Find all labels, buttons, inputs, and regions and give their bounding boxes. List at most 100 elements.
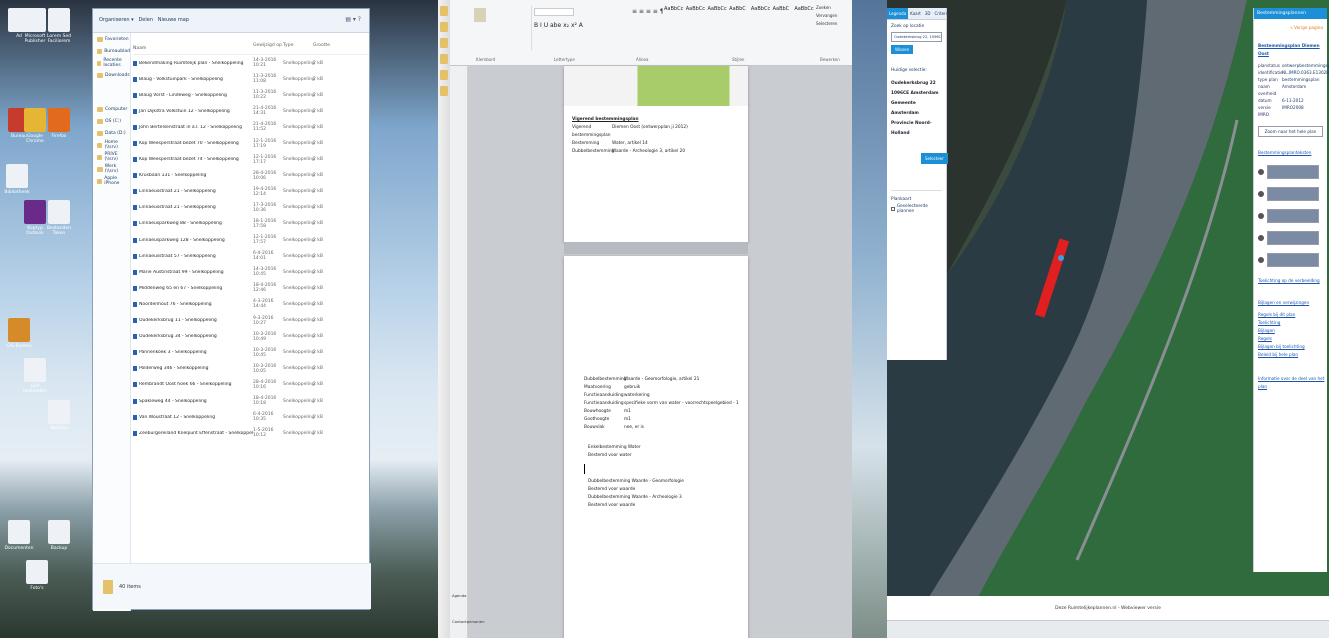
folder-icon[interactable]	[440, 70, 448, 80]
new-folder-button[interactable]: Nieuwe map	[158, 17, 189, 23]
desktop-shortcut[interactable]: Notities	[44, 400, 74, 431]
nav-item[interactable]: PRIVE (\\srv)	[93, 151, 130, 163]
file-row[interactable]: Krusbaan 131 - Snelkoppeling 28-4-2016 10…	[133, 168, 369, 184]
folder-icon[interactable]	[440, 38, 448, 48]
info-link[interactable]: Informatie over de deel van het plan	[1254, 375, 1327, 391]
column-name-header[interactable]: Naam	[133, 43, 253, 54]
file-row[interactable]: Kop Weesperstraat bezet 74 - Snelkoppeli…	[133, 152, 369, 168]
document-page-2[interactable]: Dubbelbestemming Waarde - Geomorfologie, …	[564, 256, 748, 638]
nav-item[interactable]: Bureaublad	[93, 45, 130, 57]
style-preset[interactable]: AaBbCc	[751, 4, 771, 48]
file-row[interactable]: Kop Weesperstraat bezet 70 - Snelkoppeli…	[133, 135, 369, 151]
file-row[interactable]: Middenweg 65 en 67 - Snelkoppeling 18-4-2…	[133, 280, 369, 296]
document-thumbnail[interactable]	[1258, 209, 1323, 223]
plan-link[interactable]: Bijlagen	[1254, 327, 1327, 335]
plan-link[interactable]: Bijlagen bij toelichting	[1254, 343, 1327, 351]
map-tab[interactable]: Criteria	[932, 8, 951, 19]
file-row[interactable]: Marie Austinstraat 99 - Snelkoppeling 14-…	[133, 264, 369, 280]
folder-icon[interactable]	[440, 54, 448, 64]
format-buttons[interactable]: B I U abe x₂ x² A	[534, 22, 630, 29]
file-row[interactable]: Spakleweg 44 - Snelkoppeling 18-4-2016 10…	[133, 393, 369, 409]
column-type-header[interactable]: Type	[283, 43, 313, 54]
file-row[interactable]: Linnaeusparkweg 88 - Snelkoppeling 18-1-2…	[133, 216, 369, 232]
file-row[interactable]: Blaug - Volkstuinpark - Snelkoppeling 11-…	[133, 71, 369, 87]
nav-item[interactable]: Apple iPhone	[93, 175, 130, 187]
file-row[interactable]: Jan Dijkstra Volkstuin 12 - Snelkoppelin…	[133, 103, 369, 119]
nav-item[interactable]: Werk (\\srv)	[93, 163, 130, 175]
plan-link[interactable]: Regels bij dit plan	[1254, 311, 1327, 319]
font-name-field[interactable]	[534, 8, 574, 16]
organize-button[interactable]: Organiseren ▾	[99, 17, 134, 23]
view-options-icon[interactable]: ▤ ▾ ?	[345, 16, 361, 23]
style-preset[interactable]: AaBbCc	[794, 4, 814, 48]
nav-item[interactable]: Favorieten	[93, 33, 130, 45]
share-button[interactable]: Delen	[138, 17, 153, 23]
desktop-shortcut[interactable]: GIS Bureau	[4, 318, 34, 349]
style-preset[interactable]: AaBbC	[773, 4, 793, 48]
desktop-shortcut[interactable]: Lorem Sed Faciliorem	[44, 8, 74, 44]
file-row[interactable]: Blaug Vorst - Lindeweg - Snelkoppeling 11…	[133, 87, 369, 103]
select-button[interactable]: Selecteren	[816, 20, 852, 28]
attachments-header[interactable]: Bijlagen en verwijzingen	[1254, 299, 1327, 307]
nav-item[interactable]: OS (C:)	[93, 115, 130, 127]
location-marker-icon[interactable]	[1058, 255, 1064, 261]
document-thumbnail[interactable]	[1258, 165, 1323, 179]
column-size-header[interactable]: Grootte	[313, 43, 333, 54]
clear-button[interactable]: Wissen	[891, 45, 914, 54]
plan-link[interactable]: Beleid bij hele plan	[1254, 351, 1327, 359]
paste-icon[interactable]	[474, 8, 486, 22]
zoom-to-plan-button[interactable]: Zoom naar het hele plan	[1258, 126, 1323, 137]
plan-title-link[interactable]: Bestemmingsplan Diemen Oost	[1254, 42, 1327, 58]
nav-item[interactable]: Recente locaties	[93, 57, 130, 69]
file-row[interactable]: Van Woustraat 12 - Snelkoppeling 6-4-2016…	[133, 409, 369, 425]
file-row[interactable]: John Bertelsenstraat in a.l. 12 - Snelko…	[133, 119, 369, 135]
find-button[interactable]: Zoeken	[816, 4, 852, 12]
folder-icon[interactable]	[440, 6, 448, 16]
layer-checkbox[interactable]	[891, 207, 895, 211]
desktop-shortcut[interactable]: Firefox	[44, 108, 74, 139]
nav-item[interactable]: Home (\\srv)	[93, 139, 130, 151]
file-row[interactable]: Linnaeusparkweg 128 - Snelkoppeling 12-1-…	[133, 232, 369, 248]
map-tab[interactable]: 3D	[923, 8, 933, 19]
agenda-link[interactable]: Agenda	[452, 593, 467, 598]
map-tab[interactable]: Legenda	[887, 8, 909, 19]
style-preset[interactable]: AaBbCc	[707, 4, 727, 48]
file-row[interactable]: Noordenhout 76 - Snelkoppeling 4-3-2016 1…	[133, 296, 369, 312]
contacts-link[interactable]: Contactpersonen	[452, 619, 485, 624]
desktop-shortcut[interactable]: Lijst bestanden	[20, 358, 50, 394]
file-row[interactable]: Bekendmaking Ruimtelijk plan - Snelkoppe…	[133, 55, 369, 71]
style-preset[interactable]: AaBbCc	[686, 4, 706, 48]
desktop-shortcut[interactable]: Bestanden Taken	[44, 200, 74, 236]
folder-icon[interactable]	[440, 22, 448, 32]
document-thumbnail[interactable]	[1258, 231, 1323, 245]
file-row[interactable]: Linnaeusstraat 57 - Snelkoppeling 6-4-201…	[133, 248, 369, 264]
replace-button[interactable]: Vervangen	[816, 12, 852, 20]
style-preset[interactable]: AaBbC	[729, 4, 749, 48]
desktop-shortcut[interactable]: Bibliotheek	[2, 164, 32, 195]
plan-texts-header[interactable]: Bestemmingsplanteksten	[1254, 149, 1327, 157]
plan-link[interactable]: Regels	[1254, 335, 1327, 343]
file-row[interactable]: Zeeburgereiland Knelpunt Effenstraat - S…	[133, 425, 369, 441]
nav-item[interactable]: Downloads	[93, 69, 130, 81]
location-search-input[interactable]: Oudekerksbrug 22, 1096CE Amsterdam	[891, 32, 942, 42]
select-button[interactable]: Selecteer	[921, 153, 948, 164]
desktop-shortcut[interactable]: Backup	[44, 520, 74, 551]
file-row[interactable]: Oudekerksbrug 34 - Snelkoppeling 10-3-201…	[133, 329, 369, 345]
map-explanation-header[interactable]: Toelichting op de verbeelding	[1254, 277, 1327, 285]
file-row[interactable]: Rembrandt Oost hoek 66 - Snelkoppeling 28…	[133, 377, 369, 393]
nav-item[interactable]: Computer	[93, 103, 130, 115]
plan-link[interactable]: Toelichting	[1254, 319, 1327, 327]
map-tab[interactable]: Kaart	[908, 8, 923, 19]
document-thumbnail[interactable]	[1258, 253, 1323, 267]
file-row[interactable]: Linnaeusstraat 21 - Snelkoppeling 19-4-20…	[133, 184, 369, 200]
file-row[interactable]: Pannenkoek 3 - Snelkoppeling 10-3-2016 10…	[133, 345, 369, 361]
folder-icon[interactable]	[440, 86, 448, 96]
desktop-shortcut[interactable]: Foto's	[22, 560, 52, 591]
column-date-header[interactable]: Gewijzigd op	[253, 43, 283, 54]
file-row[interactable]: Polderweg 346 - Snelkoppeling 10-3-2016 1…	[133, 361, 369, 377]
style-preset[interactable]: AaBbCc	[664, 4, 684, 48]
file-row[interactable]: Oudekerksbrug 11 - Snelkoppeling 9-3-2016…	[133, 313, 369, 329]
nav-item[interactable]: Data (D:)	[93, 127, 130, 139]
document-page-1[interactable]: Vigerend bestemmingsplan Vigerend bestem…	[564, 66, 748, 242]
file-row[interactable]: Linnaeusstraat 21 - Snelkoppeling 17-3-20…	[133, 200, 369, 216]
